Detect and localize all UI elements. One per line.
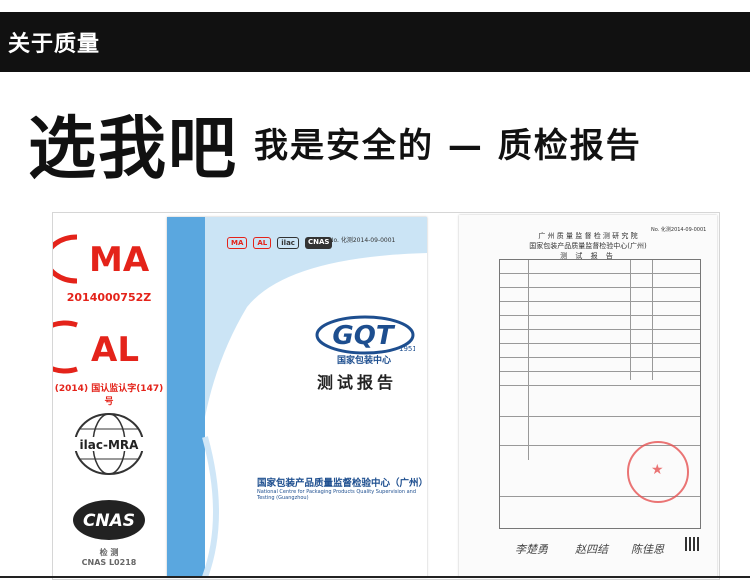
cal-caption: (2014) 国认监认字(147) 号: [54, 384, 164, 407]
cnas-logo: CNAS 检 测 CNAS L0218: [53, 497, 165, 567]
cma-mark-text: MA: [89, 240, 150, 280]
table-row: [500, 417, 700, 446]
certification-logos: MA 2014000752Z AL (2014) 国认监认字(147) 号 il…: [32, 213, 165, 579]
report-page: No. 化测2014-09-0001 广 州 质 量 监 督 检 测 研 究 院…: [459, 215, 717, 577]
headline-main: 选我吧: [28, 109, 239, 189]
cma-code: 2014000752Z: [66, 291, 152, 304]
table-row: [500, 344, 700, 358]
report-cover: MA AL ilac CNAS No. 化测2014-09-0001 GQT 1…: [167, 217, 429, 577]
headline-sub: 我是安全的 — 质检报告: [254, 125, 642, 166]
cover-curve-decoration: [202, 217, 427, 577]
report-heading: 广 州 质 量 监 督 检 测 研 究 院 国家包装产品质量监督检验中心(广州)…: [459, 231, 717, 261]
report-heading-line1: 广 州 质 量 监 督 检 测 研 究 院: [538, 232, 638, 240]
cover-logo-ilac: ilac: [277, 237, 299, 249]
cal-logo: AL (2014) 国认监认字(147) 号: [32, 317, 165, 407]
cover-title: 测试报告: [317, 373, 398, 392]
signature-2: 赵四结: [575, 543, 608, 556]
cover-small-logos: MA AL ilac CNAS: [227, 237, 333, 249]
cover-doc-number: No. 化测2014-09-0001: [329, 237, 396, 244]
headline: 选我吧 我是安全的 — 质检报告: [28, 102, 642, 189]
table-row: [500, 316, 700, 330]
ilac-globe-icon: ilac-MRA: [69, 413, 149, 475]
table-row: [500, 358, 700, 372]
cover-organization: 国家包装产品质量监督检验中心（广州）: [257, 478, 429, 489]
cma-logo: MA 2014000752Z: [44, 231, 165, 304]
gqt-brand-text: GQT: [332, 321, 395, 351]
cover-organization-en: National Centre for Packaging Products Q…: [257, 489, 417, 501]
cal-mark-text: AL: [91, 330, 139, 370]
section-title: 关于质量: [8, 32, 101, 57]
cnas-mark-icon: CNAS: [73, 500, 145, 540]
bottom-divider: [0, 576, 750, 578]
cnas-caption-2: CNAS L0218: [81, 558, 137, 567]
ilac-mark-text: ilac-MRA: [80, 438, 140, 452]
report-heading-line2: 国家包装产品质量监督检验中心(广州): [529, 242, 647, 250]
cal-mark-icon: AL: [32, 320, 139, 374]
table-divider: [630, 260, 631, 380]
star-icon: ★: [651, 462, 664, 478]
signature-3: 陈佳恩: [631, 543, 664, 556]
table-row: [500, 274, 700, 288]
table-divider: [528, 260, 529, 460]
ilac-logo: ilac-MRA: [53, 411, 165, 481]
gqt-year-text: 1951: [399, 345, 415, 353]
table-row: [500, 288, 700, 302]
cover-logo-al: AL: [253, 237, 272, 249]
cnas-mark-text: CNAS: [83, 511, 135, 531]
red-seal-stamp: ★: [627, 441, 689, 503]
table-row: [500, 386, 700, 417]
certificate-panel: MA 2014000752Z AL (2014) 国认监认字(147) 号 il…: [32, 212, 720, 580]
qr-code-icon: [685, 537, 699, 551]
gqt-logo-icon: GQT 1951: [315, 315, 415, 355]
table-row: [500, 372, 700, 386]
signature-1: 李楚勇: [515, 543, 548, 556]
cnas-caption-1: 检 测: [99, 548, 119, 557]
table-row: [500, 302, 700, 316]
cover-logo-ma: MA: [227, 237, 248, 249]
table-row: [500, 260, 700, 274]
section-header-bar: 关于质量: [0, 12, 750, 72]
table-row: [500, 330, 700, 344]
gqt-brand-name: 国家包装中心: [337, 356, 392, 366]
table-divider: [652, 260, 653, 380]
cma-mark-icon: MA: [44, 234, 150, 284]
